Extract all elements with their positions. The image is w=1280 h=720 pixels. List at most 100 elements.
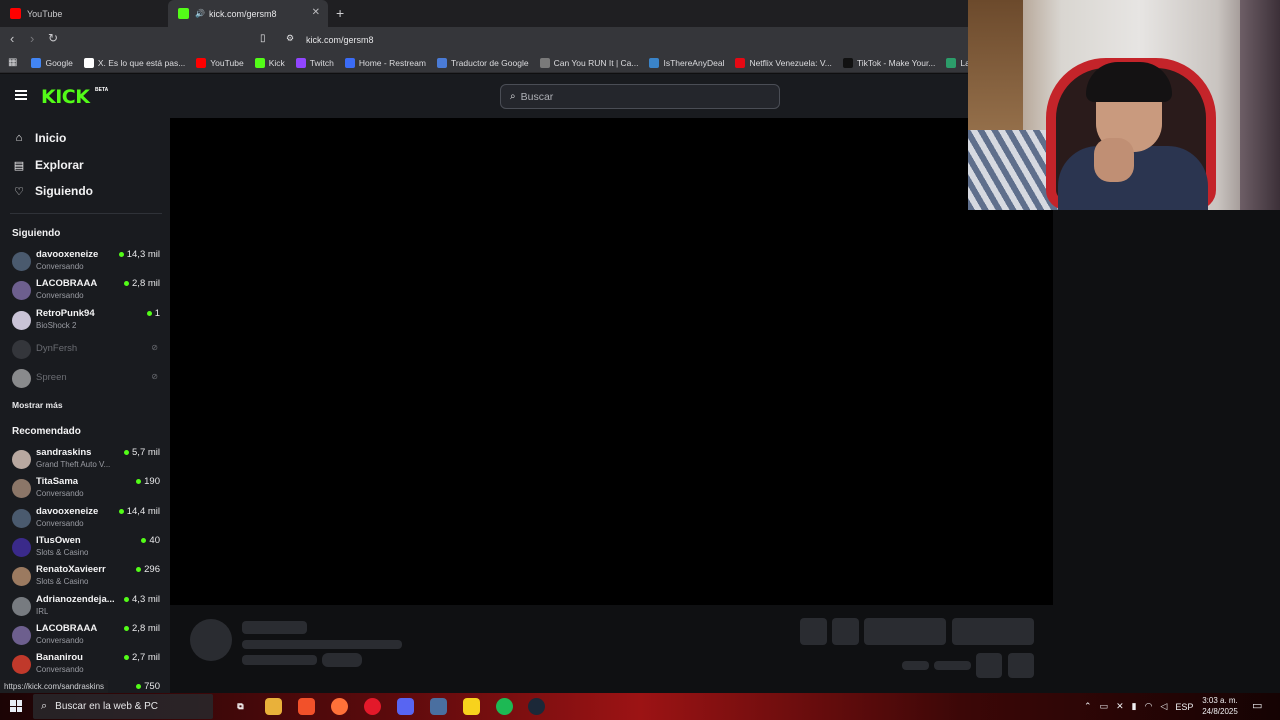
- close-tab-icon[interactable]: ✕: [312, 7, 320, 18]
- taskbar-search-placeholder: Buscar en la web & PC: [55, 701, 158, 712]
- notification-icon[interactable]: ▭: [1252, 699, 1262, 712]
- bookmark-item[interactable]: Traductor de Google: [436, 57, 529, 68]
- bookmark-label: Can You RUN It | Ca...: [553, 57, 639, 68]
- avatar: [12, 596, 31, 616]
- channel-item[interactable]: TitaSama Conversando 190: [12, 475, 160, 503]
- apps-grid-icon[interactable]: ▦: [8, 57, 17, 68]
- action-button-placeholder[interactable]: [832, 618, 859, 645]
- viewer-count: 4,3 mil: [124, 594, 160, 605]
- avatar: [12, 508, 31, 528]
- bookmark-item[interactable]: Twitch: [295, 57, 334, 68]
- bookmark-item[interactable]: Can You RUN It | Ca...: [539, 57, 639, 68]
- opera-icon[interactable]: [364, 698, 381, 715]
- channel-item[interactable]: LACOBRAAA Conversando 2,8 mil: [12, 622, 160, 650]
- file-explorer-icon[interactable]: [265, 698, 282, 715]
- explore-icon: ▤: [13, 159, 25, 172]
- taskbar-search-input[interactable]: ⌕ Buscar en la web & PC: [33, 694, 213, 719]
- tag-placeholder: [322, 653, 362, 667]
- tab-kick[interactable]: 🔊 kick.com/gersm8 ✕: [168, 0, 328, 27]
- task-view-icon[interactable]: ⧉: [232, 698, 249, 715]
- new-tab-button[interactable]: +: [336, 5, 344, 21]
- calculator-icon[interactable]: [430, 698, 447, 715]
- discord-icon[interactable]: [397, 698, 414, 715]
- volume-icon[interactable]: ◁: [1160, 701, 1167, 712]
- forward-icon[interactable]: ›: [30, 31, 34, 46]
- subscribe-button-placeholder[interactable]: [952, 618, 1034, 645]
- wifi-icon[interactable]: ◠: [1145, 701, 1153, 712]
- channel-item[interactable]: RetroPunk94 BioShock 2 1: [12, 307, 160, 335]
- nav-explorar[interactable]: ▤ Explorar: [12, 158, 84, 172]
- viewer-count: 40: [141, 535, 160, 546]
- windows-start-icon[interactable]: [10, 700, 22, 712]
- bookmark-item[interactable]: IsThereAnyDeal: [649, 57, 724, 68]
- bookmark-label: YouTube: [210, 57, 244, 68]
- bookmark-item[interactable]: Kick: [254, 57, 285, 68]
- channel-item[interactable]: RenatoXavieerr Slots & Casino 296: [12, 563, 160, 591]
- reload-icon[interactable]: ↻: [48, 31, 58, 45]
- channel-item[interactable]: sandraskins Grand Theft Auto V... 5,7 mil: [12, 446, 160, 474]
- steam-like-icon[interactable]: [528, 698, 545, 715]
- action-button-placeholder[interactable]: [800, 618, 827, 645]
- channel-name: RenatoXavieerr: [36, 564, 106, 576]
- back-icon[interactable]: ‹: [10, 31, 14, 46]
- clock[interactable]: 3:03 a. m. 24/8/2025: [1198, 695, 1242, 717]
- heart-icon: ♡: [14, 185, 24, 198]
- spotify-icon[interactable]: [496, 698, 513, 715]
- live-dot-icon: [136, 684, 142, 690]
- viewer-count-text: 4,3 mil: [132, 593, 160, 605]
- channel-category: Slots & Casino: [36, 547, 89, 557]
- viewer-count-text: 14,4 mil: [126, 505, 160, 517]
- tab-youtube[interactable]: YouTube: [0, 0, 168, 27]
- speaker-icon: 🔊: [195, 9, 205, 18]
- mute-icon[interactable]: ✕: [1116, 701, 1124, 712]
- channel-item[interactable]: DynFersh ⊘: [12, 336, 160, 364]
- channel-category: BioShock 2: [36, 320, 77, 330]
- menu-icon[interactable]: [15, 90, 27, 100]
- bookmark-item[interactable]: TikTok - Make Your...: [842, 57, 935, 68]
- avatar: [12, 567, 31, 587]
- channel-category: Conversando: [36, 489, 84, 499]
- viewer-count-text: 2,8 mil: [132, 622, 160, 634]
- bookmark-item[interactable]: Home - Restream: [344, 57, 426, 68]
- share-button-placeholder[interactable]: [976, 653, 1002, 678]
- channel-item[interactable]: Spreen ⊘: [12, 365, 160, 393]
- nav-inicio[interactable]: ⌂ Inicio: [12, 131, 67, 145]
- bookmark-item[interactable]: X. Es lo que está pas...: [83, 57, 185, 68]
- bookmark-item[interactable]: Netflix Venezuela: V...: [735, 57, 832, 68]
- nav-siguiendo[interactable]: ♡ Siguiendo: [12, 184, 93, 198]
- language-indicator[interactable]: ESP: [1175, 702, 1193, 712]
- bookmark-icon[interactable]: ▯: [260, 33, 266, 44]
- channel-item[interactable]: davooxeneize Conversando 14,3 mil: [12, 248, 160, 276]
- clock-date: 24/8/2025: [1202, 707, 1238, 716]
- channel-item[interactable]: davooxeneize Conversando 14,4 mil: [12, 505, 160, 533]
- channel-item[interactable]: Adrianozendeja... IRL 4,3 mil: [12, 593, 160, 621]
- firefox-icon[interactable]: [331, 698, 348, 715]
- bookmark-favicon-icon: [735, 57, 746, 68]
- nav-label: Siguiendo: [35, 184, 93, 198]
- follow-button-placeholder[interactable]: [864, 618, 946, 645]
- video-player[interactable]: [170, 118, 1053, 605]
- channel-item[interactable]: LACOBRAAA Conversando 2,8 mil: [12, 277, 160, 305]
- address-bar[interactable]: ▯ ⚙ kick.com/gersm8: [254, 29, 969, 51]
- channel-category: Grand Theft Auto V...: [36, 460, 111, 469]
- avatar: [12, 655, 31, 675]
- more-button-placeholder[interactable]: [1008, 653, 1034, 678]
- webcam-curtain: [1240, 0, 1280, 210]
- viewer-count: 190: [136, 476, 160, 487]
- channel-name: sandraskins: [36, 447, 92, 458]
- show-more-link[interactable]: Mostrar más: [12, 400, 63, 410]
- microphone-icon[interactable]: ▮: [1132, 701, 1137, 712]
- bookmark-item[interactable]: YouTube: [196, 57, 244, 68]
- bookmark-label: Twitch: [309, 57, 334, 68]
- channel-item[interactable]: ITusOwen Slots & Casino 40: [12, 534, 160, 562]
- kick-logo[interactable]: KICK: [41, 86, 90, 108]
- viewer-count-text: 40: [149, 534, 160, 546]
- site-info-icon[interactable]: ⚙: [286, 33, 294, 44]
- network-icon[interactable]: ▭: [1100, 701, 1109, 712]
- chevron-up-icon[interactable]: ⌃: [1084, 701, 1092, 712]
- search-input[interactable]: ⌕ Buscar: [500, 84, 780, 109]
- channel-item[interactable]: Bananirou Conversando 2,7 mil: [12, 651, 160, 679]
- sticky-notes-icon[interactable]: [463, 698, 480, 715]
- bookmark-item[interactable]: Google: [31, 57, 73, 68]
- brave-icon[interactable]: [298, 698, 315, 715]
